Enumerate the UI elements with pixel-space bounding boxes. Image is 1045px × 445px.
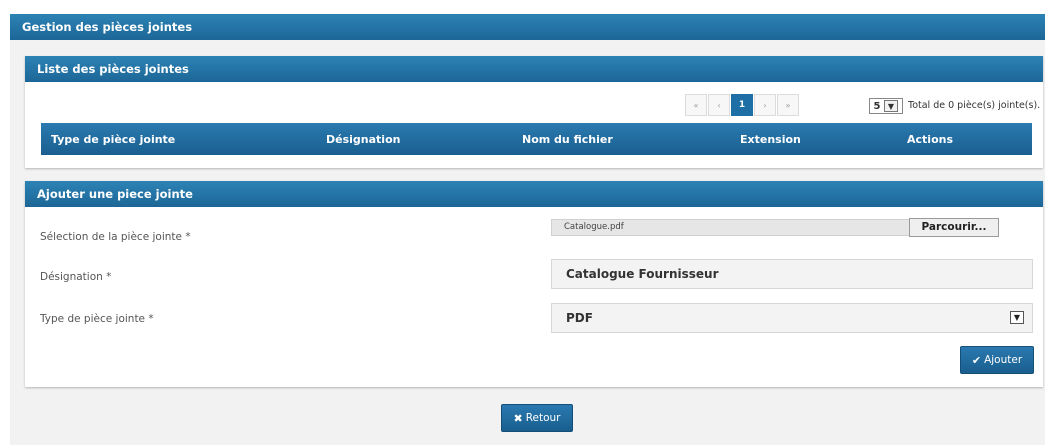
list-panel-title: Liste des pièces jointes [25, 56, 1043, 82]
page-size-value: 5 [873, 100, 881, 112]
add-button-label: Ajouter [984, 354, 1023, 366]
chevron-down-icon: ▼ [884, 100, 898, 112]
total-count-text: Total de 0 pièce(s) jointe(s). [908, 100, 1041, 111]
designation-label: Désignation * [40, 271, 112, 283]
column-header-filename[interactable]: Nom du fichier [522, 133, 613, 146]
attachments-list-panel: Liste des pièces jointes « ‹ 1 › » 5 ▼ T… [25, 56, 1043, 168]
column-header-designation[interactable]: Désignation [326, 133, 400, 146]
type-select-value: PDF [566, 311, 593, 325]
add-panel-title: Ajouter une piece jointe [25, 181, 1043, 207]
check-icon: ✔ [971, 353, 982, 367]
back-button-label: Retour [525, 412, 561, 424]
type-select[interactable]: PDF ▼ [551, 303, 1033, 333]
page-size-select[interactable]: 5 ▼ [869, 98, 903, 114]
type-label: Type de pièce jointe * [40, 313, 154, 325]
prev-page-button[interactable]: ‹ [708, 94, 730, 116]
times-icon: ✖ [513, 411, 523, 425]
page-title: Gestion des pièces jointes [10, 14, 1045, 40]
column-header-type[interactable]: Type de pièce jointe [51, 133, 175, 146]
attachments-table-header: Type de pièce jointe Désignation Nom du … [41, 123, 1032, 155]
file-name-field[interactable]: Catalogue.pdf [551, 219, 911, 236]
first-page-button[interactable]: « [685, 94, 707, 116]
column-header-extension[interactable]: Extension [740, 133, 801, 146]
add-button[interactable]: ✔ Ajouter [960, 346, 1034, 374]
last-page-button[interactable]: » [777, 94, 799, 116]
current-page-button[interactable]: 1 [731, 94, 753, 116]
back-button[interactable]: ✖ Retour [501, 404, 573, 432]
add-attachment-panel: Ajouter une piece jointe Sélection de la… [25, 181, 1043, 387]
browse-button[interactable]: Parcourir... [909, 218, 999, 237]
column-header-actions: Actions [907, 133, 953, 146]
pagination: « ‹ 1 › » [685, 94, 800, 116]
chevron-down-icon: ▼ [1010, 311, 1024, 324]
file-select-label: Sélection de la pièce jointe * [40, 231, 191, 243]
designation-input[interactable]: Catalogue Fournisseur [551, 259, 1033, 289]
next-page-button[interactable]: › [754, 94, 776, 116]
